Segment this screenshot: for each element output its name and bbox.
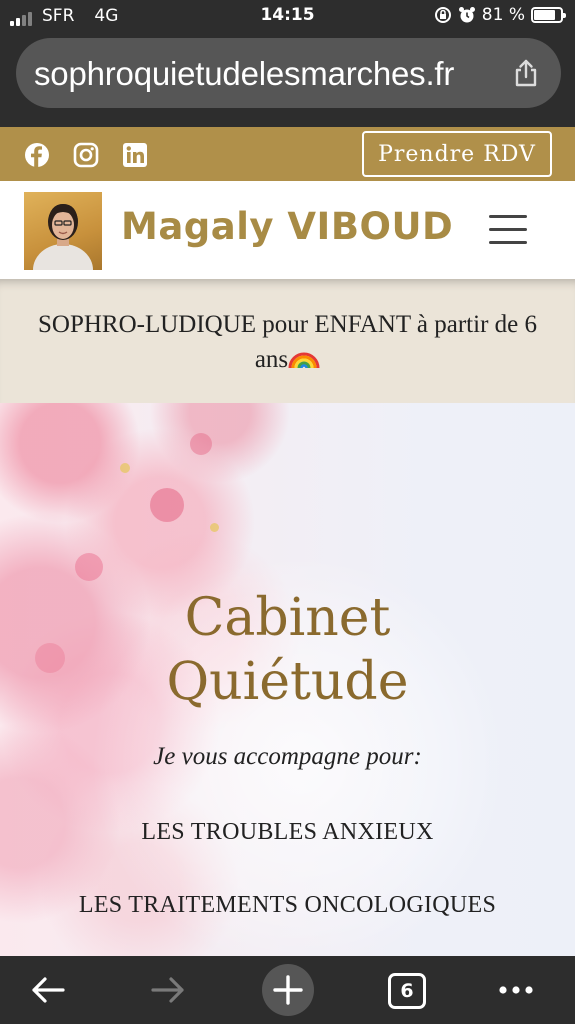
share-icon[interactable] — [511, 58, 541, 88]
instagram-icon[interactable] — [73, 142, 99, 168]
hero-title: Cabinet Quiétude — [0, 586, 575, 714]
announcement-banner: SOPHRO-LUDIQUE pour ENFANT à partir de 6… — [0, 279, 575, 403]
forward-button[interactable] — [142, 964, 194, 1016]
alarm-icon — [458, 7, 475, 23]
blossom-decoration — [120, 463, 130, 473]
hero-section: Cabinet Quiétude Je vous accompagne pour… — [0, 403, 575, 956]
linkedin-icon[interactable] — [122, 142, 148, 168]
avatar[interactable] — [24, 192, 102, 270]
plus-icon — [273, 975, 303, 1005]
announcement-paragraph: SOPHRO-LUDIQUE pour ENFANT à partir de 6… — [0, 279, 575, 377]
status-bar: SFR 4G 14:15 81 % — [0, 0, 575, 32]
site-brand[interactable]: Magaly VIBOUD — [121, 205, 453, 248]
hero-item: LES TRAITEMENTS ONCOLOGIQUES — [78, 892, 497, 918]
hero-title-line2: Quiétude — [166, 652, 409, 712]
menu-icon[interactable] — [489, 215, 527, 247]
back-button[interactable] — [22, 964, 74, 1016]
tab-switcher-button[interactable]: 6 — [388, 973, 426, 1009]
status-right: 81 % — [434, 5, 566, 25]
hero-item: LES TROUBLES ANXIEUX — [141, 819, 434, 845]
arrow-left-icon — [32, 977, 65, 1003]
facebook-icon[interactable] — [24, 142, 50, 168]
rainbow-icon — [288, 352, 320, 369]
new-tab-button[interactable] — [262, 964, 314, 1016]
portrait-image — [33, 204, 93, 270]
blossom-decoration — [150, 488, 184, 522]
orientation-lock-icon — [434, 7, 451, 23]
browser-address-area: sophroquietudelesmarches.fr — [0, 32, 575, 127]
url-text[interactable]: sophroquietudelesmarches.fr — [34, 55, 454, 93]
blossom-decoration — [210, 523, 219, 532]
browser-toolbar: 6 — [0, 956, 575, 1024]
blossom-decoration — [190, 433, 212, 455]
prendre-rdv-button[interactable]: Prendre RDV — [362, 131, 552, 177]
web-page: Prendre RDV Magaly VIBOUD SOPHRO-LUDIQUE… — [0, 127, 575, 956]
more-dots-icon — [499, 986, 533, 994]
address-bar[interactable]: sophroquietudelesmarches.fr — [16, 38, 561, 108]
hero-subtitle: Je vous accompagne pour: — [153, 743, 422, 770]
battery-fill — [534, 10, 555, 20]
hero-title-line1: Cabinet — [184, 588, 391, 648]
battery-icon — [531, 7, 566, 23]
site-header: Magaly VIBOUD — [0, 181, 575, 279]
arrow-right-icon — [151, 977, 184, 1003]
social-topbar: Prendre RDV — [0, 127, 575, 181]
battery-percent: 81 % — [481, 5, 525, 25]
more-menu-button[interactable] — [490, 964, 542, 1016]
